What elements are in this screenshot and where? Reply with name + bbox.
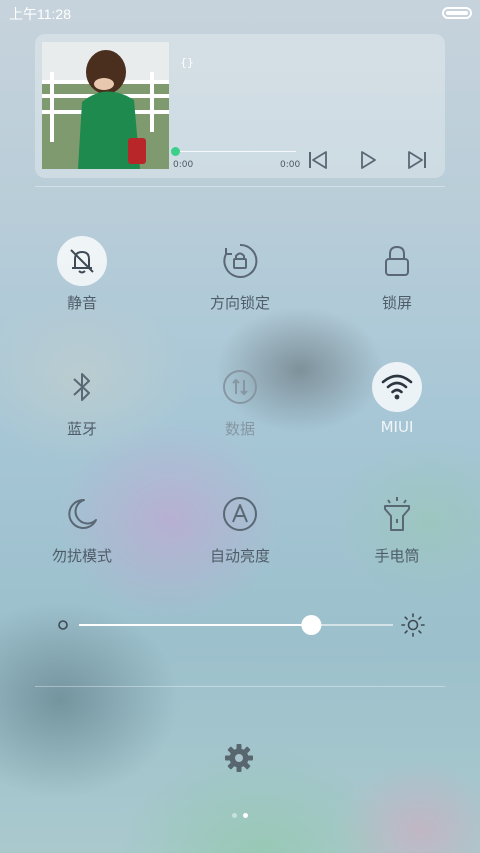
toggle-lock-screen-bg	[372, 236, 422, 286]
toggle-data[interactable]: 数据	[175, 362, 305, 462]
album-art[interactable]	[42, 42, 169, 169]
status-bar: 上午11:28	[0, 0, 480, 28]
bluetooth-icon	[73, 373, 90, 401]
toggle-mute-bg	[57, 236, 107, 286]
moon-icon	[68, 498, 97, 529]
current-time: 0:00	[173, 160, 194, 170]
music-player[interactable]: {} 0:00 0:00	[35, 34, 445, 178]
brightness-slider-graphic[interactable]	[55, 610, 430, 640]
toggle-auto-brightness[interactable]: 自动亮度	[175, 489, 305, 589]
brightness-high-icon	[401, 613, 425, 637]
previous-icon[interactable]	[305, 147, 331, 173]
toggle-wifi-bg	[372, 362, 422, 412]
toggle-label: 静音	[66, 294, 97, 312]
status-time: 上午11:28	[9, 6, 71, 22]
toggle-label: MIUI	[380, 418, 414, 436]
toggle-dnd-bg	[57, 489, 107, 539]
toggle-data-bg	[215, 362, 265, 412]
toggle-bluetooth-bg	[57, 362, 107, 412]
toggle-wifi[interactable]: MIUI	[332, 362, 462, 462]
toggle-lock-screen[interactable]: 锁屏	[332, 236, 462, 336]
progress-track[interactable]	[174, 151, 296, 152]
battery-icon	[442, 7, 472, 19]
toggle-auto-brightness-bg	[215, 489, 265, 539]
progress-thumb[interactable]	[171, 147, 180, 156]
data-icon	[223, 370, 257, 404]
toggle-label: 自动亮度	[209, 547, 270, 565]
divider	[35, 686, 445, 687]
toggle-flashlight[interactable]: 手电筒	[332, 489, 462, 589]
rotation-lock-icon	[223, 243, 258, 278]
gear-icon[interactable]	[223, 742, 255, 774]
toggle-bluetooth[interactable]: 蓝牙	[17, 362, 147, 462]
page-dot-active	[243, 813, 248, 818]
toggle-label: 数据	[224, 420, 255, 438]
toggle-label: 锁屏	[381, 294, 412, 312]
lock-icon	[385, 245, 409, 276]
toggle-rotation-lock-bg	[215, 236, 265, 286]
track-title: {}	[180, 56, 194, 69]
total-time: 0:00	[280, 160, 301, 170]
slider-thumb[interactable]	[301, 615, 322, 635]
toggle-label: 方向锁定	[209, 294, 270, 312]
page-dot	[232, 813, 237, 818]
brightness-slider[interactable]	[55, 610, 430, 640]
wifi-icon	[381, 374, 413, 400]
toggle-label: 蓝牙	[66, 420, 97, 438]
divider	[35, 186, 445, 187]
brightness-low-icon	[58, 620, 68, 630]
bell-off-icon	[70, 249, 94, 274]
flashlight-icon	[384, 497, 410, 531]
next-icon[interactable]	[404, 147, 430, 173]
auto-brightness-icon	[223, 497, 257, 531]
toggle-label: 勿扰模式	[51, 547, 112, 565]
toggle-label: 手电筒	[374, 547, 420, 565]
toggle-rotation-lock[interactable]: 方向锁定	[175, 236, 305, 336]
toggle-flashlight-bg	[372, 489, 422, 539]
play-icon[interactable]	[355, 147, 381, 173]
toggle-do-not-disturb[interactable]: 勿扰模式	[17, 489, 147, 589]
toggle-mute[interactable]: 静音	[17, 236, 147, 336]
